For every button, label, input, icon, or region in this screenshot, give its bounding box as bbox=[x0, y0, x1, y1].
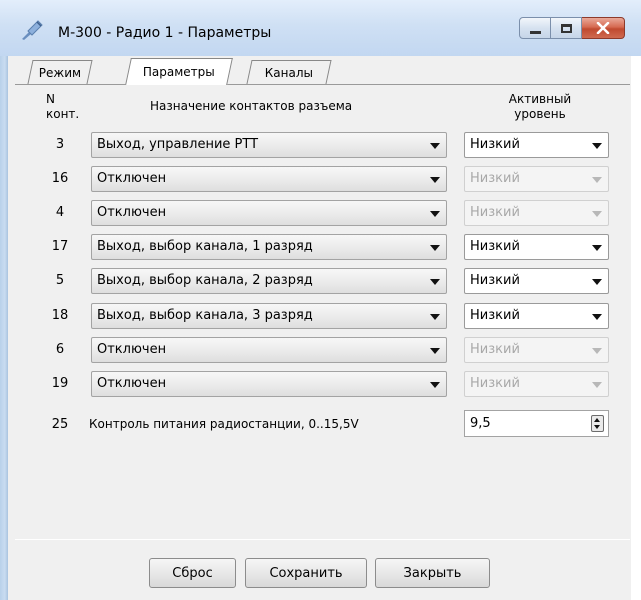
pin-function-value: Отключен bbox=[97, 376, 167, 391]
pin-number: 19 bbox=[51, 376, 69, 391]
active-level-dropdown: Низкий bbox=[464, 166, 609, 192]
pin-number: 17 bbox=[51, 239, 69, 254]
pin-function-dropdown[interactable]: Отключен bbox=[91, 337, 447, 363]
chevron-down-icon bbox=[430, 143, 440, 149]
pin-function-dropdown[interactable]: Отключен bbox=[91, 166, 447, 192]
tab-channels[interactable]: Каналы bbox=[246, 60, 332, 84]
pin-number: 3 bbox=[55, 137, 65, 152]
active-level-value: Низкий bbox=[470, 308, 520, 323]
pin-function-value: Отключен bbox=[97, 205, 167, 220]
active-level-dropdown: Низкий bbox=[464, 200, 609, 226]
chevron-down-icon bbox=[430, 382, 440, 388]
tab-parameters-label: Параметры bbox=[142, 65, 215, 79]
power-threshold-value: 9,5 bbox=[470, 416, 491, 431]
active-level-dropdown[interactable]: Низкий bbox=[464, 234, 609, 260]
tab-mode[interactable]: Режим bbox=[27, 60, 93, 84]
pin-function-dropdown[interactable]: Выход, выбор канала, 2 разряд bbox=[91, 268, 447, 294]
pin-function-dropdown[interactable]: Выход, выбор канала, 1 разряд bbox=[91, 234, 447, 260]
close-button[interactable]: Закрыть bbox=[375, 558, 490, 588]
pin-function-dropdown[interactable]: Выход, выбор канала, 3 разряд bbox=[91, 303, 447, 329]
active-level-dropdown: Низкий bbox=[464, 371, 609, 397]
pin-function-value: Выход, управление PTT bbox=[97, 137, 259, 152]
column-header-number: N конт. bbox=[46, 92, 80, 121]
power-monitor-label: Контроль питания радиостанции, 0..15,5V bbox=[89, 417, 359, 431]
active-level-dropdown[interactable]: Низкий bbox=[464, 303, 609, 329]
tab-panel-border bbox=[15, 84, 630, 85]
active-level-dropdown: Низкий bbox=[464, 337, 609, 363]
pin-number: 18 bbox=[51, 308, 69, 323]
reset-button[interactable]: Сброс bbox=[149, 558, 236, 588]
active-level-value: Низкий bbox=[470, 171, 520, 186]
tab-mode-label: Режим bbox=[38, 65, 82, 80]
chevron-down-icon bbox=[592, 348, 602, 354]
chevron-down-icon bbox=[430, 314, 440, 320]
pin-function-value: Выход, выбор канала, 2 разряд bbox=[97, 273, 313, 288]
active-level-dropdown[interactable]: Низкий bbox=[464, 268, 609, 294]
tab-channels-label: Каналы bbox=[264, 65, 314, 80]
pin-function-value: Выход, выбор канала, 1 разряд bbox=[97, 239, 313, 254]
close-icon bbox=[596, 22, 610, 34]
pin-function-value: Отключен bbox=[97, 171, 167, 186]
radio-icon bbox=[22, 20, 43, 40]
active-level-value: Низкий bbox=[470, 273, 520, 288]
active-level-dropdown[interactable]: Низкий bbox=[464, 132, 609, 158]
maximize-icon bbox=[560, 23, 572, 33]
chevron-down-icon bbox=[592, 314, 602, 320]
active-level-value: Низкий bbox=[470, 137, 520, 152]
minimize-button[interactable] bbox=[519, 17, 551, 39]
spin-arrows-icon[interactable] bbox=[591, 415, 604, 432]
window-frame-left bbox=[0, 0, 8, 600]
column-header-active-level: Активный уровень bbox=[508, 92, 572, 121]
pin-function-dropdown[interactable]: Отключен bbox=[91, 371, 447, 397]
footer-separator bbox=[15, 539, 630, 540]
minimize-icon bbox=[529, 30, 541, 34]
active-level-value: Низкий bbox=[470, 205, 520, 220]
chevron-down-icon bbox=[592, 177, 602, 183]
maximize-button[interactable] bbox=[551, 17, 582, 39]
pin-number: 4 bbox=[55, 205, 65, 220]
active-level-value: Низкий bbox=[470, 342, 520, 357]
dialog-window: M-300 - Радио 1 - Параметры Режим Параме… bbox=[0, 0, 641, 600]
save-button[interactable]: Сохранить bbox=[245, 558, 367, 588]
chevron-down-icon bbox=[430, 348, 440, 354]
pin-function-dropdown[interactable]: Выход, управление PTT bbox=[91, 132, 447, 158]
window-frame-right bbox=[631, 0, 641, 600]
chevron-down-icon bbox=[592, 382, 602, 388]
active-level-value: Низкий bbox=[470, 239, 520, 254]
power-pin-number: 25 bbox=[51, 417, 69, 432]
window-controls bbox=[519, 17, 625, 39]
pin-number: 6 bbox=[55, 342, 65, 357]
pin-number: 5 bbox=[55, 273, 65, 288]
chevron-down-icon bbox=[430, 177, 440, 183]
chevron-down-icon bbox=[592, 143, 602, 149]
chevron-down-icon bbox=[592, 211, 602, 217]
pin-number: 16 bbox=[51, 171, 69, 186]
title-bar[interactable]: M-300 - Радио 1 - Параметры bbox=[0, 0, 641, 56]
pin-function-dropdown[interactable]: Отключен bbox=[91, 200, 447, 226]
chevron-down-icon bbox=[430, 245, 440, 251]
chevron-down-icon bbox=[592, 279, 602, 285]
active-level-value: Низкий bbox=[470, 376, 520, 391]
close-window-button[interactable] bbox=[582, 17, 625, 39]
window-title: M-300 - Радио 1 - Параметры bbox=[58, 25, 272, 41]
pin-function-value: Выход, выбор канала, 3 разряд bbox=[97, 308, 313, 323]
column-header-assignment: Назначение контактов разъема bbox=[150, 99, 353, 113]
tab-parameters[interactable]: Параметры bbox=[125, 58, 233, 85]
chevron-down-icon bbox=[592, 245, 602, 251]
chevron-down-icon bbox=[430, 211, 440, 217]
chevron-down-icon bbox=[430, 279, 440, 285]
pin-function-value: Отключен bbox=[97, 342, 167, 357]
power-threshold-spinbox[interactable]: 9,5 bbox=[464, 410, 609, 437]
